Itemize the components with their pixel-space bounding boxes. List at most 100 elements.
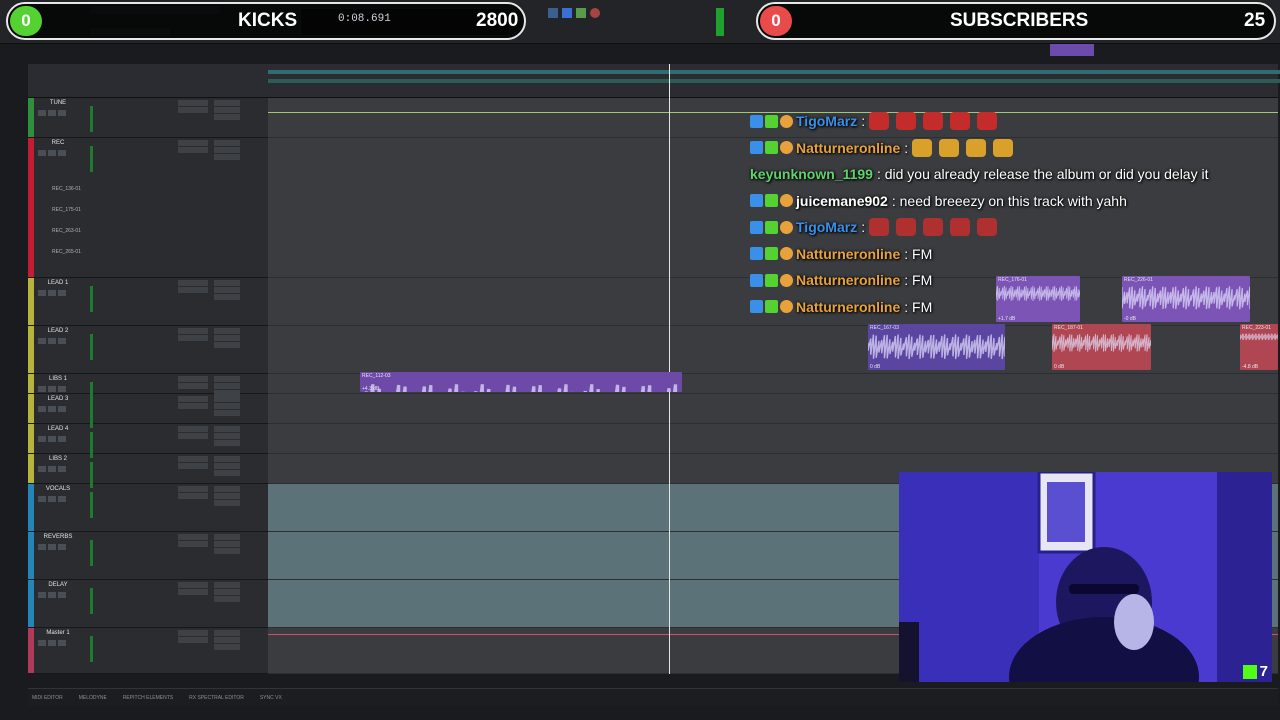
- inserts-slots[interactable]: [178, 486, 208, 504]
- io-slots[interactable]: [214, 456, 240, 478]
- track-strip[interactable]: VOCALS: [28, 484, 268, 532]
- track-name[interactable]: VOCALS: [36, 486, 80, 492]
- inserts-slots[interactable]: [178, 328, 208, 346]
- track-name[interactable]: LIBS 2: [36, 456, 80, 462]
- mute-button[interactable]: [58, 544, 66, 550]
- record-arm-button[interactable]: [38, 386, 46, 392]
- solo-button[interactable]: [48, 386, 56, 392]
- io-slots[interactable]: [214, 100, 240, 122]
- meter-ruler[interactable]: [268, 79, 1280, 83]
- mute-button[interactable]: [58, 592, 66, 598]
- playlist-item[interactable]: REC_136-01: [52, 186, 81, 192]
- record-arm-button[interactable]: [38, 496, 46, 502]
- chat-username[interactable]: TigoMarz: [796, 219, 857, 235]
- track-name[interactable]: REVERBS: [36, 534, 80, 540]
- tempo-ruler[interactable]: [268, 70, 1280, 74]
- solo-button[interactable]: [48, 406, 56, 412]
- solo-button[interactable]: [48, 436, 56, 442]
- play-icon[interactable]: [576, 8, 586, 18]
- bottom-tab[interactable]: SYNC VX: [260, 695, 282, 701]
- track-strip[interactable]: LEAD 4: [28, 424, 268, 458]
- io-slots[interactable]: [214, 486, 240, 508]
- track-lane[interactable]: [268, 394, 1278, 424]
- solo-button[interactable]: [48, 544, 56, 550]
- track-strip[interactable]: LEAD 3: [28, 394, 268, 428]
- track-name[interactable]: LEAD 4: [36, 426, 80, 432]
- chat-username[interactable]: Natturneronline: [796, 140, 900, 156]
- memory-marker[interactable]: [1050, 44, 1094, 56]
- record-arm-button[interactable]: [38, 466, 46, 472]
- inserts-slots[interactable]: [178, 140, 208, 158]
- track-name[interactable]: DELAY: [36, 582, 80, 588]
- record-icon[interactable]: [590, 8, 600, 18]
- bottom-tab[interactable]: MELODYNE: [79, 695, 107, 701]
- io-slots[interactable]: [214, 630, 240, 652]
- mute-button[interactable]: [58, 338, 66, 344]
- inserts-slots[interactable]: [178, 100, 208, 118]
- timeline-ruler[interactable]: [28, 64, 1280, 98]
- track-strip[interactable]: LEAD 1: [28, 278, 268, 326]
- chat-username[interactable]: Natturneronline: [796, 246, 900, 262]
- record-arm-button[interactable]: [38, 338, 46, 344]
- solo-button[interactable]: [48, 338, 56, 344]
- track-strip[interactable]: REVERBS: [28, 532, 268, 580]
- record-arm-button[interactable]: [38, 544, 46, 550]
- playlist-item[interactable]: REC_175-01: [52, 207, 81, 213]
- chat-username[interactable]: Natturneronline: [796, 272, 900, 288]
- io-slots[interactable]: [214, 534, 240, 556]
- mute-button[interactable]: [58, 436, 66, 442]
- track-strip[interactable]: Master 1: [28, 628, 268, 674]
- audio-clip[interactable]: REC_223-01 -4.8 dB: [1240, 324, 1278, 370]
- record-arm-button[interactable]: [38, 436, 46, 442]
- record-arm-button[interactable]: [38, 640, 46, 646]
- solo-button[interactable]: [48, 466, 56, 472]
- mute-button[interactable]: [58, 466, 66, 472]
- bottom-tab[interactable]: MIDI EDITOR: [32, 695, 63, 701]
- solo-button[interactable]: [48, 290, 56, 296]
- track-lane[interactable]: [268, 424, 1278, 454]
- audio-clip[interactable]: REC_187-01 0 dB: [1052, 324, 1151, 370]
- track-strip[interactable]: REC REC_136-01 REC_175-01 REC_263-01 REC_265…: [28, 138, 268, 278]
- inserts-slots[interactable]: [178, 582, 208, 600]
- mute-button[interactable]: [58, 406, 66, 412]
- track-strip[interactable]: LIBS 1: [28, 374, 268, 408]
- track-name[interactable]: Master 1: [36, 630, 80, 636]
- io-slots[interactable]: [214, 396, 240, 418]
- audio-clip[interactable]: REC_167-03 0 dB: [868, 324, 1005, 370]
- inserts-slots[interactable]: [178, 426, 208, 444]
- chat-username[interactable]: keyunknown_1199: [750, 166, 873, 182]
- io-slots[interactable]: [214, 140, 240, 162]
- track-strip[interactable]: LEAD 2: [28, 326, 268, 374]
- io-slots[interactable]: [214, 426, 240, 448]
- solo-button[interactable]: [48, 640, 56, 646]
- track-strip[interactable]: DELAY: [28, 580, 268, 628]
- io-slots[interactable]: [214, 280, 240, 302]
- inserts-slots[interactable]: [178, 280, 208, 298]
- inserts-slots[interactable]: [178, 376, 208, 394]
- playlist-item[interactable]: REC_263-01: [52, 228, 81, 234]
- track-name[interactable]: LEAD 1: [36, 280, 80, 286]
- mute-button[interactable]: [58, 640, 66, 646]
- record-arm-button[interactable]: [38, 406, 46, 412]
- solo-button[interactable]: [48, 592, 56, 598]
- track-strip[interactable]: TUNE: [28, 98, 268, 138]
- loop-icon[interactable]: [548, 8, 558, 18]
- audio-clip[interactable]: REC_112-03 +4.3 dB: [360, 372, 682, 392]
- record-arm-button[interactable]: [38, 150, 46, 156]
- mute-button[interactable]: [58, 110, 66, 116]
- solo-button[interactable]: [48, 110, 56, 116]
- chat-username[interactable]: Natturneronline: [796, 299, 900, 315]
- record-arm-button[interactable]: [38, 592, 46, 598]
- track-name[interactable]: REC: [36, 140, 80, 146]
- io-slots[interactable]: [214, 328, 240, 350]
- track-name[interactable]: TUNE: [36, 100, 80, 106]
- track-name[interactable]: LIBS 1: [36, 376, 80, 382]
- track-name[interactable]: LEAD 3: [36, 396, 80, 402]
- stop-icon[interactable]: [562, 8, 572, 18]
- inserts-slots[interactable]: [178, 396, 208, 414]
- mute-button[interactable]: [58, 290, 66, 296]
- inserts-slots[interactable]: [178, 534, 208, 552]
- bottom-tab[interactable]: REPITCH ELEMENTS: [123, 695, 173, 701]
- solo-button[interactable]: [48, 496, 56, 502]
- inserts-slots[interactable]: [178, 456, 208, 474]
